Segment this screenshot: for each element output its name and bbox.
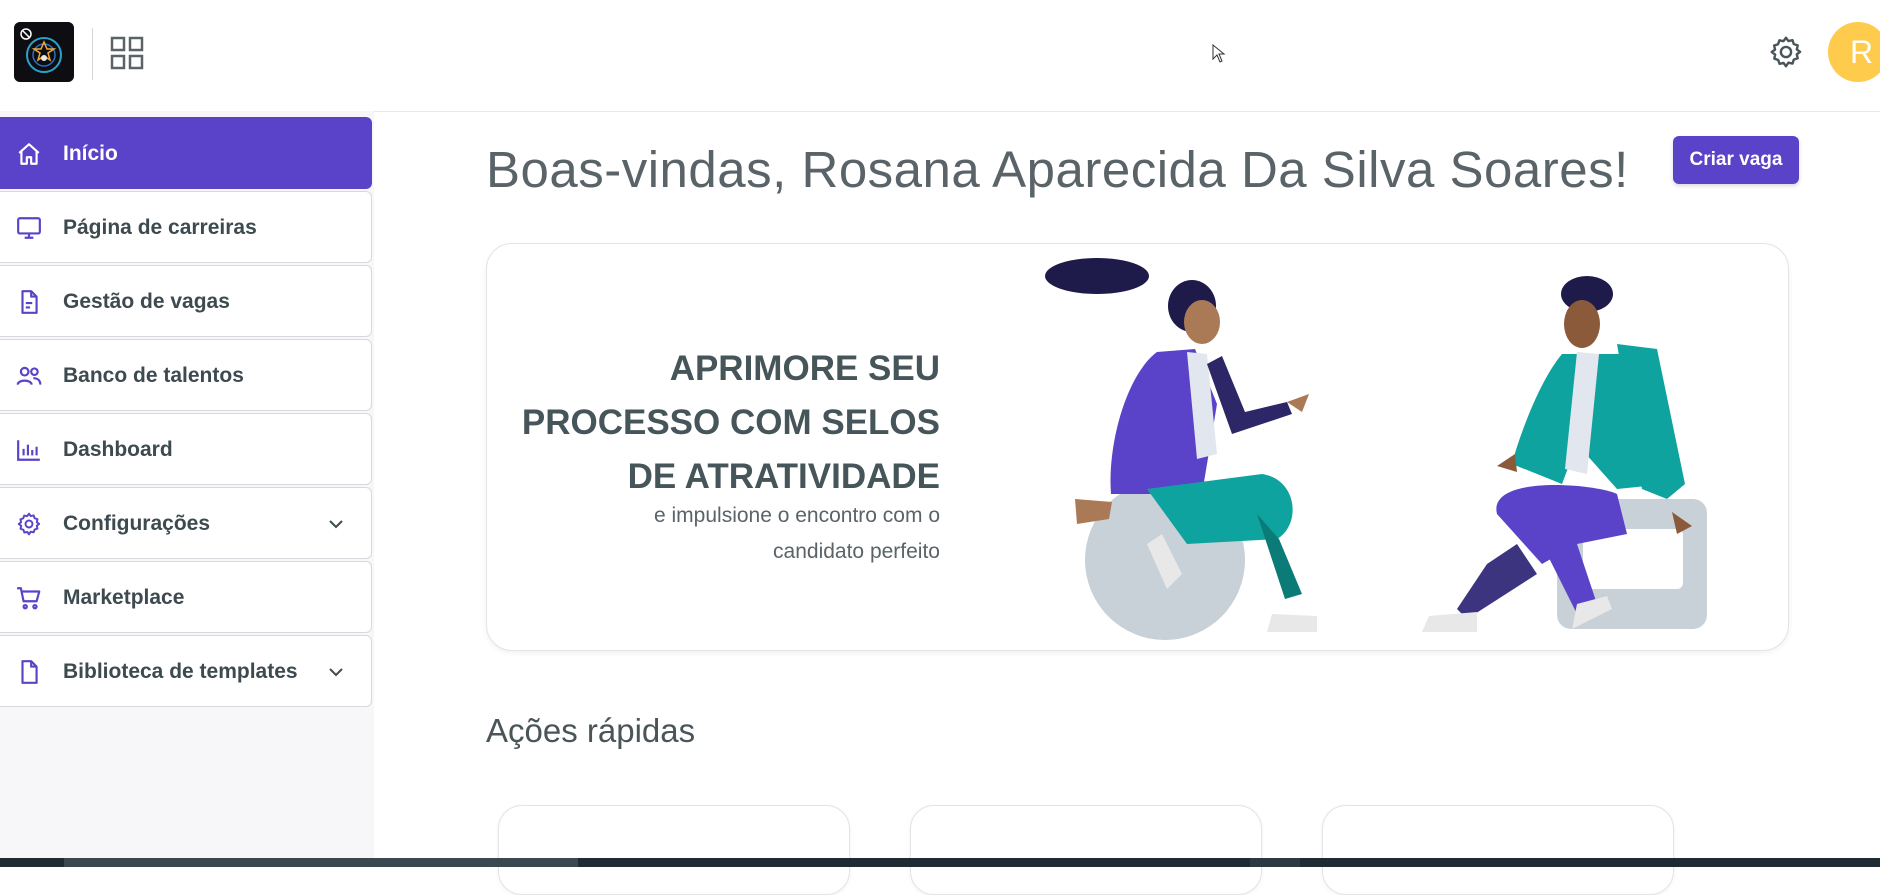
mouse-cursor-icon	[1212, 43, 1226, 64]
sidebar-item-biblioteca-templates[interactable]: Biblioteca de templates	[0, 635, 372, 707]
taskbar-item[interactable]	[64, 858, 578, 867]
bar-chart-icon	[17, 440, 40, 461]
sidebar-item-label: Gestão de vagas	[63, 290, 230, 313]
sidebar-item-label: Biblioteca de templates	[63, 660, 298, 683]
banner-subtitle: e impulsione o encontro com o candidato …	[487, 498, 940, 570]
taskbar-item[interactable]	[1250, 858, 1300, 867]
gear-icon	[17, 512, 41, 536]
sidebar-item-label: Início	[63, 142, 118, 165]
user-avatar[interactable]: R	[1828, 22, 1880, 82]
document-icon	[21, 290, 38, 314]
banner-title-line: PROCESSO COM SELOS	[521, 403, 940, 442]
top-bar: R	[0, 0, 1880, 112]
banner-title-line: DE ATRATIVIDADE	[627, 457, 940, 496]
banner-title: APRIMORE SEU PROCESSO COM SELOS DE ATRAT…	[487, 342, 940, 504]
header-divider	[92, 28, 93, 80]
chevron-down-icon[interactable]	[326, 662, 346, 682]
settings-gear-icon[interactable]	[1768, 34, 1804, 70]
sidebar-item-pagina-carreiras[interactable]: Página de carreiras	[0, 191, 372, 263]
file-icon	[21, 660, 38, 684]
sidebar-item-label: Banco de talentos	[63, 364, 244, 387]
banner-subtitle-line: candidato perfeito	[773, 540, 940, 563]
chevron-down-icon[interactable]	[326, 514, 346, 534]
banner-subtitle-line: e impulsione o encontro com o	[654, 504, 940, 527]
sidebar-item-marketplace[interactable]: Marketplace	[0, 561, 372, 633]
sidebar-item-label: Página de carreiras	[63, 216, 257, 239]
page-title: Boas-vindas, Rosana Aparecida Da Silva S…	[486, 141, 1629, 198]
sidebar-item-gestao-vagas[interactable]: Gestão de vagas	[0, 265, 372, 337]
conversation-illustration	[1045, 258, 1707, 640]
sidebar-item-label: Dashboard	[63, 438, 173, 461]
cart-icon	[17, 587, 41, 610]
quick-action-card[interactable]	[498, 805, 850, 895]
promo-banner[interactable]: APRIMORE SEU PROCESSO COM SELOS DE ATRAT…	[486, 243, 1789, 651]
sidebar-item-dashboard[interactable]: Dashboard	[0, 413, 372, 485]
users-icon	[16, 366, 42, 386]
apps-grid-icon[interactable]	[110, 36, 144, 70]
sidebar-item-label: Configurações	[63, 512, 211, 535]
home-icon	[18, 143, 40, 165]
banner-title-line: APRIMORE SEU	[669, 349, 940, 388]
create-job-button[interactable]: Criar vaga	[1673, 136, 1799, 184]
quick-action-card[interactable]	[910, 805, 1262, 895]
quick-actions-title: Ações rápidas	[486, 712, 696, 749]
app-logo[interactable]	[14, 22, 74, 82]
sidebar-item-label: Marketplace	[63, 586, 185, 609]
sidebar-item-inicio[interactable]: Início	[0, 117, 372, 189]
quick-action-card[interactable]	[1322, 805, 1674, 895]
sidebar-item-configuracoes[interactable]: Configurações	[0, 487, 372, 559]
sidebar-item-banco-talentos[interactable]: Banco de talentos	[0, 339, 372, 411]
monitor-icon	[17, 217, 41, 239]
